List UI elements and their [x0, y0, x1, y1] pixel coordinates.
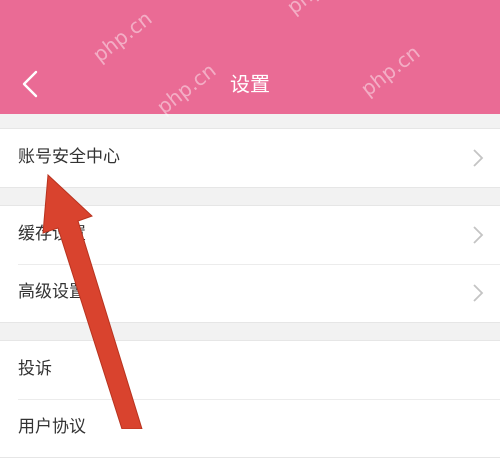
page-title: 设置: [230, 72, 270, 96]
settings-item-label: 缓存设置: [18, 224, 86, 244]
settings-item-account-security[interactable]: 账号安全中心: [0, 129, 500, 187]
chevron-right-icon: [473, 149, 484, 167]
settings-item-cache[interactable]: 缓存设置: [0, 206, 500, 264]
settings-group-general: 缓存设置 高级设置: [0, 205, 500, 323]
settings-item-user-agreement[interactable]: 用户协议: [0, 399, 500, 457]
settings-item-label: 用户协议: [18, 417, 86, 437]
settings-item-label: 高级设置: [18, 282, 86, 302]
watermark: php.cn: [282, 0, 350, 19]
chevron-right-icon: [473, 226, 484, 244]
settings-item-advanced[interactable]: 高级设置: [0, 264, 500, 322]
settings-item-complaint[interactable]: 投诉: [0, 341, 500, 399]
settings-group-legal: 投诉 用户协议: [0, 340, 500, 458]
watermark: php.cn: [88, 6, 157, 67]
settings-item-label: 账号安全中心: [18, 147, 120, 167]
chevron-right-icon: [473, 284, 484, 302]
settings-group-account: 账号安全中心: [0, 128, 500, 188]
app-header: php.cn php.cn php.cn php.cn 设置: [0, 0, 500, 119]
settings-item-label: 投诉: [18, 359, 52, 379]
